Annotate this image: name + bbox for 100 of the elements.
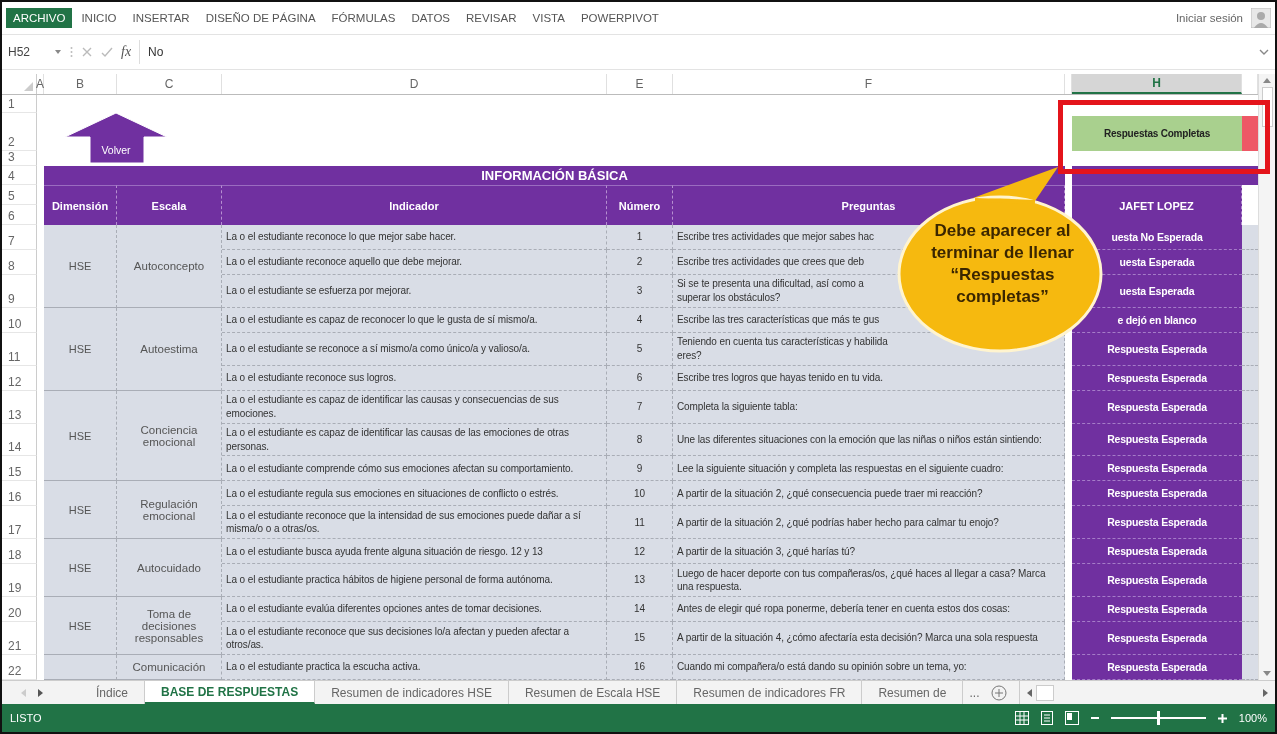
formula-input[interactable]: No (139, 40, 1251, 64)
table-cell: Autocuidado (117, 539, 222, 598)
column-heading: Dimensión (44, 185, 117, 225)
table-cell: La o el estudiante evalúa diferentes opciones antes de tomar decisiones. (222, 597, 607, 623)
table-cell: A partir de la situación 4, ¿cómo afectaría esta decisión? Marca una sola respuesta (673, 622, 1065, 655)
ribbon-tab[interactable]: INICIO (74, 8, 124, 28)
row-number: 8 (2, 250, 37, 275)
page-view-icon[interactable] (1040, 711, 1053, 725)
column-heading: Número (607, 185, 673, 225)
table-cell: Completa la siguiente tabla: (673, 390, 1065, 424)
scroll-right-icon[interactable] (1263, 688, 1269, 697)
table-cell: Antes de elegir qué ropa ponerme, debería tener en cuenta estos dos cosas: (673, 597, 1065, 623)
row-number: 22 (2, 655, 37, 680)
table-cell: Respuesta Esperada (1072, 655, 1242, 680)
expand-icon[interactable] (1259, 48, 1269, 56)
table-cell: A partir de la situación 2, ¿qué podrías haber hecho para calmar tu enojo? (673, 506, 1065, 540)
column-heading: Escala (117, 185, 222, 225)
table-cell: 5 (607, 332, 673, 366)
column-header[interactable]: H (1072, 74, 1242, 94)
row-number: 10 (2, 307, 37, 333)
sign-in-link[interactable]: Iniciar sesión (1175, 12, 1243, 24)
zoom-out-icon[interactable] (1090, 714, 1099, 722)
row-number: 1 (2, 95, 37, 113)
row-number: 21 (2, 622, 37, 655)
ribbon-tab[interactable]: DISEÑO DE PÁGINA (198, 8, 323, 28)
table-cell: 3 (607, 275, 673, 308)
grid-view-icon[interactable] (1014, 711, 1029, 725)
table-cell: La o el estudiante es capaz de identificar las causas de las emociones de otras personas. (222, 423, 607, 457)
table-cell: La o el estudiante es capaz de identificar las causas y consecuencias de sus emociones. (222, 390, 607, 424)
table-cell: Cuando mi compañera/o está dando su opinión sobre un tema, yo: (673, 655, 1065, 680)
table-cell: Respuesta Esperada (1072, 423, 1242, 457)
check-icon[interactable] (101, 46, 113, 58)
table-cell: Respuesta Esperada (1072, 506, 1242, 540)
ribbon-tab[interactable]: REVISAR (459, 8, 524, 28)
table-cell: La o el estudiante es capaz de reconocer lo que le gusta de sí mismo/a. (222, 307, 607, 333)
page-break-icon[interactable] (1064, 711, 1079, 725)
scroll-left-icon[interactable] (1026, 688, 1033, 697)
table-cell: HSE (44, 307, 117, 391)
ribbon-tab[interactable]: INSERTAR (125, 8, 197, 28)
table-cell: 4 (607, 307, 673, 333)
scrollbar-thumb[interactable] (1261, 87, 1273, 127)
table-cell: La o el estudiante se reconoce a sí mismo/a como único/a y valioso/a. (222, 332, 607, 366)
table-cell: HSE (44, 539, 117, 598)
zoom-slider-thumb[interactable] (1157, 711, 1161, 725)
table-cell: Conciencia emocional (117, 390, 222, 482)
row-number: 11 (2, 332, 37, 366)
table-cell: 13 (607, 564, 673, 598)
table-cell: La o el estudiante busca ayuda frente alguna situación de riesgo. 12 y 13 (222, 539, 607, 565)
table-cell: Luego de hacer deporte con tus compañeras/os, ¿qué haces al llegar a casa? Marca una respuesta. (673, 564, 1065, 598)
row-number: 5 (2, 185, 37, 205)
separator-dots-icon (70, 45, 73, 59)
row-number: 7 (2, 225, 37, 250)
scrollbar-thumb[interactable] (1036, 684, 1055, 701)
table-cell: 9 (607, 456, 673, 482)
insert-function-button[interactable]: fx (121, 44, 132, 60)
dropdown-icon[interactable] (54, 49, 62, 55)
name-box[interactable]: H52 (8, 45, 46, 59)
ribbon-tab[interactable]: POWERPIVOT (573, 8, 666, 28)
table-cell: Regulación emocional (117, 481, 222, 540)
table-cell: La o el estudiante reconoce aquello que debe mejorar. (222, 250, 607, 275)
back-arrow-button[interactable]: Volver (64, 112, 168, 164)
table-cell: Respuesta Esperada (1072, 597, 1242, 623)
table-cell: HSE (44, 390, 117, 482)
table-cell: Autoestima (117, 307, 222, 391)
status-button[interactable]: Respuestas Completas (1072, 116, 1242, 151)
zoom-level[interactable]: 100% (1238, 712, 1267, 724)
row-number: 20 (2, 597, 37, 623)
ribbon-tab[interactable]: DATOS (404, 8, 458, 28)
scroll-up-icon[interactable] (1263, 77, 1271, 83)
table-banner: INFORMACIÓN BÁSICA (44, 166, 1065, 185)
table-cell: Respuesta Esperada (1072, 365, 1242, 391)
table-cell: Respuesta Esperada (1072, 539, 1242, 565)
table-cell: Respuesta Esperada (1072, 332, 1242, 366)
status-text: LISTO (10, 712, 42, 724)
column-heading: Indicador (222, 185, 607, 225)
table-cell: HSE (44, 225, 117, 308)
table-cell: La o el estudiante reconoce que la intensidad de sus emociones puede dañar a sí misma/o o a otras/os. (222, 506, 607, 540)
add-sheet-icon[interactable] (991, 684, 1008, 701)
row-number: 16 (2, 481, 37, 507)
more-tabs-button[interactable]: ... (963, 681, 986, 704)
table-cell: Respuesta Esperada (1072, 456, 1242, 482)
row-number: 9 (2, 275, 37, 308)
row-number: 14 (2, 423, 37, 457)
table-cell: 14 (607, 597, 673, 623)
table-cell: 1 (607, 225, 673, 250)
ribbon-tab[interactable]: FÓRMULAS (324, 8, 403, 28)
scroll-down-icon[interactable] (1263, 671, 1271, 677)
table-cell: La o el estudiante reconoce lo que mejor sabe hacer. (222, 225, 607, 250)
table-cell: A partir de la situación 2, ¿qué consecuencia puede traer mi reacción? (673, 481, 1065, 507)
row-number: 18 (2, 539, 37, 565)
next-sheet-icon[interactable] (38, 688, 44, 697)
sheet-tab[interactable]: BASE DE RESPUESTAS (145, 681, 316, 704)
ribbon-tab[interactable]: ARCHIVO (6, 8, 73, 28)
row-number: 19 (2, 564, 37, 598)
table-cell: 7 (607, 390, 673, 424)
zoom-in-icon[interactable] (1217, 713, 1227, 723)
table-cell: 15 (607, 622, 673, 655)
ribbon-tab[interactable]: VISTA (525, 8, 572, 28)
row-number: 3 (2, 151, 37, 166)
table-cell: A partir de la situación 3, ¿qué harías tú? (673, 539, 1065, 565)
